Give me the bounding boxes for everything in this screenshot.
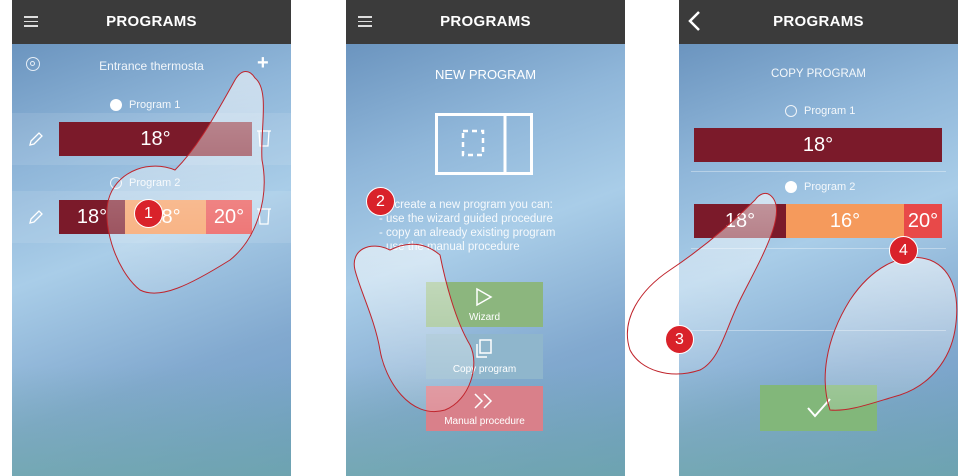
program-1-bar[interactable]: 18° <box>694 128 942 162</box>
wizard-button-label: Wizard <box>468 312 501 323</box>
confirm-button[interactable] <box>760 385 877 431</box>
step-marker-4: 4 <box>889 236 918 265</box>
program-1-name: Program 1 <box>129 99 181 111</box>
instruction-line: - copy an already existing program <box>379 227 556 239</box>
double-chevron-icon <box>474 393 493 409</box>
copy-program-button-label: Copy program <box>452 364 517 375</box>
step-marker-3: 3 <box>665 325 694 354</box>
temp-segment: 18° <box>694 128 942 162</box>
temp-segment: 20° <box>904 204 942 238</box>
copy-program-button[interactable]: Copy program <box>426 334 543 379</box>
divider <box>691 171 946 172</box>
program-1-name: Program 1 <box>804 105 856 117</box>
screen-title: PROGRAMS <box>106 13 197 30</box>
trash-icon[interactable] <box>256 129 272 147</box>
program-2-name: Program 2 <box>129 177 181 189</box>
copy-icon <box>476 339 492 358</box>
top-bar: PROGRAMS <box>679 0 958 44</box>
step-marker-1: 1 <box>134 199 163 228</box>
programs-screen-copy: PROGRAMS COPY PROGRAM Program 1 18° Prog… <box>679 0 958 476</box>
temp-segment: 16° <box>786 204 904 238</box>
trash-icon[interactable] <box>256 207 272 225</box>
device-name: Entrance thermosta <box>99 59 204 73</box>
instruction-line: - use the manual procedure <box>379 241 520 253</box>
device-icon <box>435 113 533 175</box>
instruction-line: - use the wizard guided procedure <box>379 213 553 225</box>
screen-title: PROGRAMS <box>440 13 531 30</box>
step-marker-2: 2 <box>366 187 395 216</box>
new-program-heading: NEW PROGRAM <box>434 67 537 82</box>
check-icon <box>807 398 831 418</box>
program-1-radio[interactable] <box>785 105 797 117</box>
pencil-icon[interactable] <box>28 209 44 225</box>
temp-segment: 18° <box>59 200 125 234</box>
play-icon <box>476 287 493 307</box>
program-2-radio[interactable] <box>110 177 122 189</box>
temp-segment: 18° <box>694 204 786 238</box>
program-2-radio[interactable] <box>785 181 797 193</box>
temp-segment: 18° <box>59 122 252 156</box>
plus-icon[interactable]: + <box>257 52 269 75</box>
program-1-bar[interactable]: 18° <box>59 122 252 156</box>
divider <box>691 330 946 331</box>
instruction-line: To create a new program you can: <box>379 199 553 211</box>
temp-segment: 20° <box>206 200 252 234</box>
program-2-name: Program 2 <box>804 181 856 193</box>
top-bar: PROGRAMS <box>12 0 291 44</box>
top-bar: PROGRAMS <box>346 0 625 44</box>
wizard-button[interactable]: Wizard <box>426 282 543 327</box>
manual-procedure-button[interactable]: Manual procedure <box>426 386 543 431</box>
screen-title: PROGRAMS <box>773 13 864 30</box>
background-glow <box>12 366 291 476</box>
copy-program-heading: COPY PROGRAM <box>771 68 866 80</box>
programs-screen-list: PROGRAMS Entrance thermosta + Program 1 … <box>12 0 291 476</box>
pencil-icon[interactable] <box>28 131 44 147</box>
manual-procedure-button-label: Manual procedure <box>444 416 525 427</box>
program-2-bar[interactable]: 18° 16° 20° <box>694 204 942 238</box>
programs-screen-new: PROGRAMS NEW PROGRAM To create a new pro… <box>346 0 625 476</box>
instructions-text: To create a new program you can: - use t… <box>379 198 599 254</box>
program-1-radio[interactable] <box>110 99 122 111</box>
